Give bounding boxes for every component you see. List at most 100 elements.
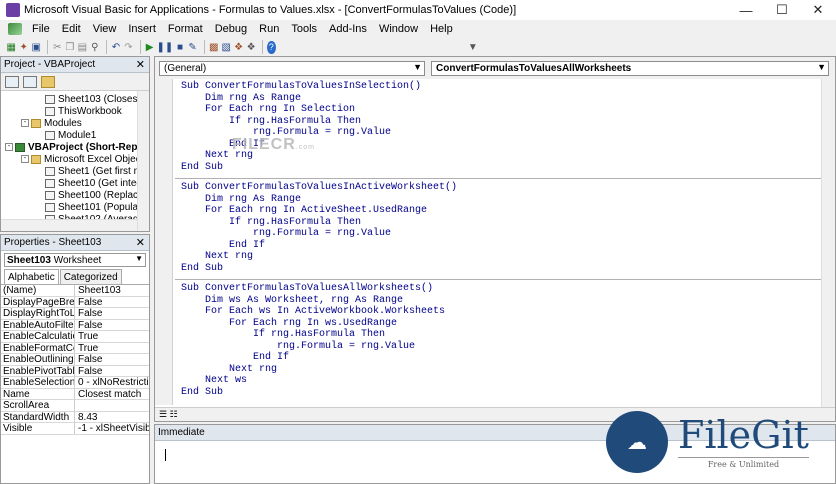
tree-item-sheet103[interactable]: Sheet103 (Closest mat [45, 93, 149, 105]
tree-item-sheet101[interactable]: Sheet101 (Populate dr [45, 201, 149, 213]
copy-icon[interactable]: ❐ [65, 40, 75, 54]
code-line[interactable]: If rng.HasFormula Then [181, 116, 811, 128]
code-editor[interactable]: Sub ConvertFormulasToValuesInSelection()… [175, 81, 831, 405]
maximize-icon[interactable]: ☐ [764, 0, 800, 20]
close-icon[interactable]: ✕ [800, 0, 836, 20]
procedure-combo[interactable]: ConvertFormulasToValuesAllWorksheets ▼ [431, 61, 829, 76]
collapse-icon[interactable]: - [21, 119, 29, 127]
code-line[interactable]: Dim rng As Range [181, 93, 811, 105]
collapse-icon[interactable]: - [21, 155, 29, 163]
save-icon[interactable]: ▣ [31, 40, 41, 54]
collapse-icon[interactable]: - [5, 143, 13, 151]
code-line[interactable]: If rng.HasFormula Then [181, 329, 811, 341]
property-row[interactable]: StandardWidth 8.43 [1, 411, 149, 423]
close-icon[interactable]: ✕ [136, 58, 145, 71]
toggle-folders-icon[interactable] [41, 75, 55, 88]
cut-icon[interactable]: ✂ [52, 40, 62, 54]
property-value[interactable]: False [75, 297, 149, 308]
break-icon[interactable]: ❚❚ [156, 40, 173, 54]
property-row[interactable]: Name Closest match [1, 388, 149, 400]
design-mode-icon[interactable]: ✎ [187, 40, 197, 54]
property-value[interactable]: False [75, 308, 149, 319]
tree-item-sheet100[interactable]: Sheet100 (Replace a c [45, 189, 149, 201]
tree-item-sheet10[interactable]: Sheet10 (Get integer p [45, 177, 149, 189]
property-row[interactable]: EnableFormatConditiTrue [1, 342, 149, 354]
menu-debug[interactable]: Debug [209, 23, 253, 35]
property-row[interactable]: (Name) Sheet103 [1, 285, 149, 297]
property-value[interactable]: Sheet103 [75, 285, 149, 296]
toolbar-options-icon[interactable]: ▼ [468, 40, 478, 54]
tab-alphabetic[interactable]: Alphabetic [4, 269, 59, 284]
code-line[interactable]: For Each ws In ActiveWorkbook.Worksheets [181, 306, 811, 318]
code-line[interactable]: If rng.HasFormula Then [181, 217, 811, 229]
reset-icon[interactable]: ■ [175, 40, 185, 54]
code-line[interactable]: For Each rng In ws.UsedRange [181, 318, 811, 330]
property-value[interactable] [75, 400, 149, 411]
excel-view-icon[interactable] [8, 23, 22, 35]
property-row[interactable]: DisplayPageBreaksFalse [1, 296, 149, 308]
code-line[interactable]: Next rng [181, 251, 811, 263]
code-line[interactable]: Sub ConvertFormulasToValuesInSelection() [181, 81, 811, 93]
project-explorer-icon[interactable]: ▩ [208, 40, 218, 54]
property-row[interactable]: EnableAutoFilter False [1, 319, 149, 331]
find-icon[interactable]: ⚲ [90, 40, 100, 54]
menu-view[interactable]: View [87, 23, 123, 35]
property-value[interactable]: False [75, 354, 149, 365]
properties-window-icon[interactable]: ▧ [221, 40, 231, 54]
code-line[interactable]: rng.Formula = rng.Value [181, 341, 811, 353]
property-row[interactable]: Visible-1 - xlSheetVisible [1, 423, 149, 435]
redo-icon[interactable]: ↷ [123, 40, 133, 54]
code-line[interactable]: End Sub [181, 263, 811, 275]
toolbox-icon[interactable]: ❖ [246, 40, 256, 54]
view-code-icon[interactable] [5, 75, 19, 88]
property-row[interactable]: EnableOutlining False [1, 354, 149, 366]
insert-module-icon[interactable]: ✦ [18, 40, 28, 54]
object-browser-icon[interactable]: ❖ [233, 40, 243, 54]
code-line[interactable]: Dim ws As Worksheet, rng As Range [181, 295, 811, 307]
view-excel-icon[interactable]: ▦ [6, 40, 16, 54]
menu-format[interactable]: Format [162, 23, 209, 35]
property-value[interactable]: True [75, 343, 149, 354]
property-row[interactable]: EnableSelection0 - xlNoRestrictions [1, 377, 149, 389]
property-value[interactable]: 0 - xlNoRestrictions [75, 377, 149, 388]
tree-item-modules[interactable]: - Modules [21, 117, 82, 129]
property-value[interactable]: 8.43 [75, 412, 149, 423]
code-line[interactable]: Dim rng As Range [181, 194, 811, 206]
property-row[interactable]: EnablePivotTable False [1, 365, 149, 377]
code-line[interactable]: For Each rng In ActiveSheet.UsedRange [181, 205, 811, 217]
menu-help[interactable]: Help [424, 23, 459, 35]
code-line[interactable]: For Each rng In Selection [181, 104, 811, 116]
code-line[interactable]: Sub ConvertFormulasToValuesInActiveWorks… [181, 182, 811, 194]
project-vertical-scrollbar[interactable] [137, 91, 149, 231]
property-value[interactable]: -1 - xlSheetVisible [75, 423, 149, 434]
code-line[interactable]: End Sub [181, 387, 811, 399]
menu-window[interactable]: Window [373, 23, 424, 35]
view-object-icon[interactable] [23, 75, 37, 88]
property-value[interactable]: False [75, 320, 149, 331]
tab-categorized[interactable]: Categorized [59, 269, 122, 284]
code-line[interactable]: Next ws [181, 375, 811, 387]
code-line[interactable]: Next rng [181, 364, 811, 376]
run-icon[interactable]: ▶ [144, 40, 154, 54]
code-margin-indicator-bar[interactable] [155, 79, 173, 405]
property-value[interactable]: True [75, 331, 149, 342]
object-combo[interactable]: (General) ▼ [159, 61, 425, 76]
project-horizontal-scrollbar[interactable] [1, 219, 137, 231]
close-icon[interactable]: ✕ [136, 236, 145, 249]
menu-tools[interactable]: Tools [285, 23, 323, 35]
tree-item-sheet1[interactable]: Sheet1 (Get first name [45, 165, 149, 177]
paste-icon[interactable]: ▤ [77, 40, 87, 54]
minimize-icon[interactable]: — [728, 0, 764, 20]
menu-run[interactable]: Run [253, 23, 285, 35]
tree-item-vbaproject[interactable]: - VBAProject (Short-Repair [5, 141, 149, 153]
property-row[interactable]: EnableCalculationTrue [1, 331, 149, 343]
tree-item-module1[interactable]: Module1 [45, 129, 96, 141]
code-line[interactable]: Sub ConvertFormulasToValuesAllWorksheets… [181, 283, 811, 295]
property-row[interactable]: DisplayRightToLeftFalse [1, 308, 149, 320]
menu-insert[interactable]: Insert [122, 23, 162, 35]
property-value[interactable]: False [75, 366, 149, 377]
full-module-view-icon[interactable]: ☷ [170, 409, 178, 420]
procedure-view-icon[interactable]: ☰ [159, 409, 167, 420]
menu-add-ins[interactable]: Add-Ins [323, 23, 373, 35]
undo-icon[interactable]: ↶ [111, 40, 121, 54]
